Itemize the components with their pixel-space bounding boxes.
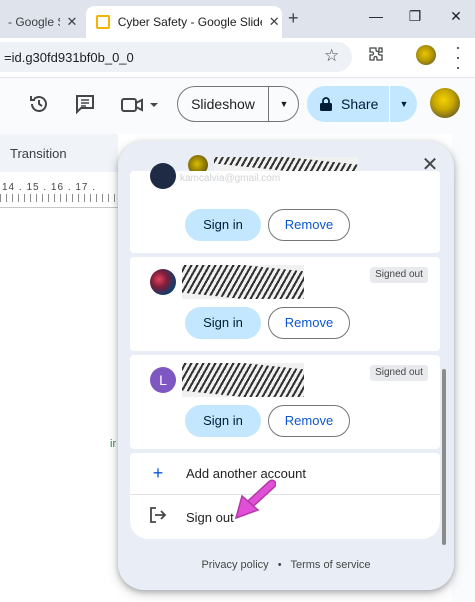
ruler: 14 . 15 . 16 . 17 . xyxy=(0,172,118,208)
signed-out-badge: Signed out xyxy=(370,365,428,381)
green-text-fragment: ir xyxy=(110,438,117,450)
sign-out-label: Sign out xyxy=(186,509,234,525)
lock-icon xyxy=(320,97,332,111)
redacted-account-name xyxy=(214,157,358,171)
slide-canvas[interactable] xyxy=(0,208,118,602)
redaction-scribble xyxy=(182,363,304,397)
tab-google-sheets[interactable]: - Google S ✕ xyxy=(0,6,86,38)
comment-icon[interactable] xyxy=(74,93,96,115)
ruler-ticks xyxy=(0,194,118,202)
url-text[interactable]: =id.g30fd931bf0b_0_0 xyxy=(4,50,134,65)
account-card: kamcalvia@gmail.com Sign in Remove xyxy=(130,163,440,253)
share-button-group: Share ▼ xyxy=(307,86,417,122)
video-icon[interactable] xyxy=(120,95,160,115)
remove-button[interactable]: Remove xyxy=(268,307,350,339)
remove-button[interactable]: Remove xyxy=(268,405,350,437)
sign-in-button[interactable]: Sign in xyxy=(185,405,261,437)
address-bar-row: =id.g30fd931bf0b_0_0 ☆ · · · xyxy=(0,38,475,78)
sign-in-button[interactable]: Sign in xyxy=(185,307,261,339)
transition-panel-header: Transition xyxy=(0,134,118,172)
browser-menu-icon[interactable]: · · · xyxy=(452,38,464,76)
browser-profile-avatar[interactable] xyxy=(416,45,436,65)
divider xyxy=(389,86,390,122)
transition-label[interactable]: Transition xyxy=(10,146,67,161)
annotation-arrow-icon xyxy=(234,479,276,520)
share-button[interactable]: Share xyxy=(307,86,387,122)
slides-toolbar: Slideshow ▼ Share ▼ xyxy=(0,78,475,134)
sign-out-icon xyxy=(130,506,186,529)
browser-tab-strip: - Google S ✕ Cyber Safety - Google Slide… xyxy=(0,0,475,38)
restore-button[interactable]: ❐ xyxy=(405,8,425,25)
privacy-policy-link[interactable]: Privacy policy xyxy=(201,559,268,571)
account-card: L Signed out Sign in Remove xyxy=(130,355,440,449)
tab-cyber-safety[interactable]: Cyber Safety - Google Slides ✕ xyxy=(86,6,282,38)
tab-title: Cyber Safety - Google Slides xyxy=(117,15,263,29)
footer-separator: • xyxy=(277,559,282,571)
extensions-icon[interactable] xyxy=(368,46,384,62)
bottom-strip xyxy=(118,590,452,602)
account-card: Signed out Sign in Remove xyxy=(130,257,440,351)
add-account-button[interactable]: + Add another account xyxy=(130,453,440,495)
window-close-button[interactable]: ✕ xyxy=(446,8,466,25)
ruler-numbers: 14 . 15 . 16 . 17 . xyxy=(2,182,97,193)
account-email: kamcalvia@gmail.com xyxy=(180,173,281,184)
sign-in-button[interactable]: Sign in xyxy=(185,209,261,241)
tab-close-icon[interactable]: ✕ xyxy=(64,14,80,30)
slideshow-button-group: Slideshow ▼ xyxy=(177,86,299,122)
redacted-account-name xyxy=(182,265,304,299)
account-avatar: L xyxy=(150,367,176,393)
tab-close-icon[interactable]: ✕ xyxy=(266,14,282,30)
sign-out-button[interactable]: Sign out xyxy=(130,496,440,538)
account-actions: + Add another account Sign out xyxy=(130,453,440,539)
signed-out-badge: Signed out xyxy=(370,267,428,283)
account-avatar[interactable] xyxy=(430,88,460,118)
popup-footer: Privacy policy • Terms of service xyxy=(118,559,454,571)
slides-favicon-icon xyxy=(96,15,110,29)
tab-title: - Google S xyxy=(8,15,60,29)
account-switcher-popup: ✕ kamcalvia@gmail.com Sign in Remove Sig… xyxy=(118,141,454,590)
terms-of-service-link[interactable]: Terms of service xyxy=(290,559,370,571)
account-avatar xyxy=(150,269,176,295)
slideshow-button[interactable]: Slideshow xyxy=(178,87,268,121)
share-label: Share xyxy=(341,96,379,112)
redaction-scribble xyxy=(214,157,358,171)
new-tab-button[interactable]: + xyxy=(288,8,299,29)
bookmark-star-icon[interactable]: ☆ xyxy=(324,46,339,66)
remove-button[interactable]: Remove xyxy=(268,209,350,241)
address-bar[interactable]: =id.g30fd931bf0b_0_0 ☆ xyxy=(0,42,352,72)
slideshow-dropdown-chevron-icon[interactable]: ▼ xyxy=(269,87,299,121)
side-panel-strip xyxy=(452,134,475,602)
minimize-button[interactable]: — xyxy=(366,8,386,24)
share-dropdown-chevron-icon[interactable]: ▼ xyxy=(391,86,417,122)
redaction-scribble xyxy=(182,265,304,299)
history-icon[interactable] xyxy=(28,93,50,115)
popup-scrollbar[interactable] xyxy=(442,369,446,545)
account-avatar xyxy=(150,163,176,189)
plus-icon: + xyxy=(152,463,164,483)
redacted-account-name xyxy=(182,363,304,397)
